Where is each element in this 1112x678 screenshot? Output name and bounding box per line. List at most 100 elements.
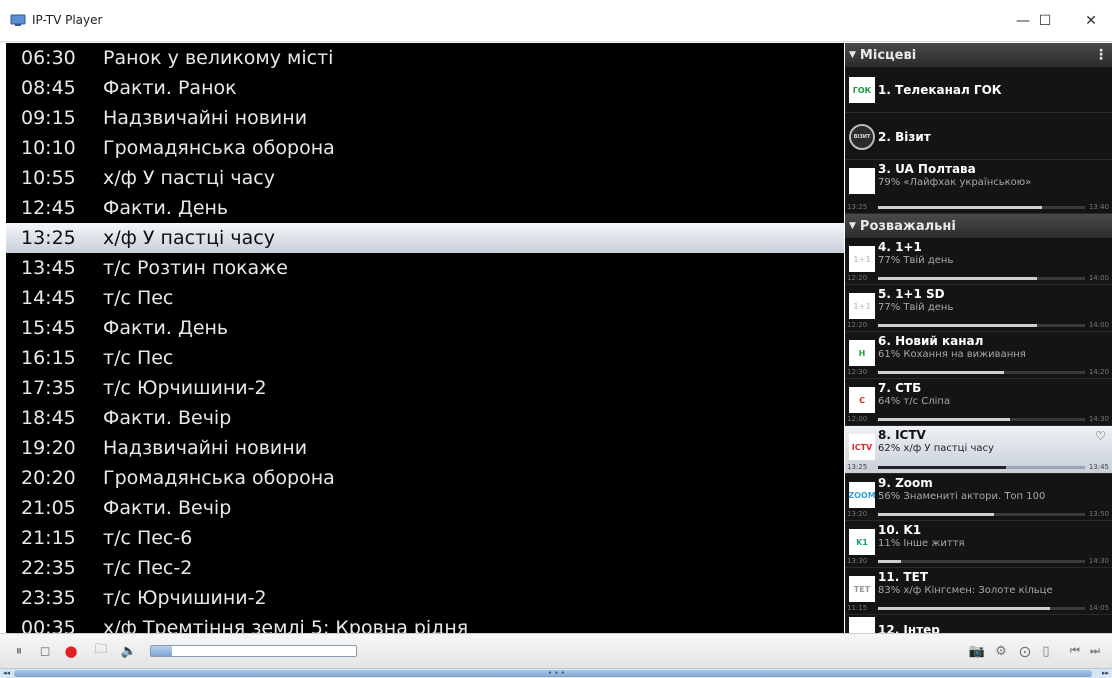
program-start-time: 13:20: [847, 510, 868, 518]
open-file-button[interactable]: 🗀: [92, 642, 110, 660]
channel-item-selected[interactable]: ICTV 8. ICTV 62% х/ф У пастці часу 13:25 13:…: [845, 426, 1112, 474]
epg-row-current[interactable]: 13:25 х/ф У пастці часу: [6, 223, 844, 253]
epg-row[interactable]: 08:45 Факти. Ранок: [6, 73, 844, 103]
channel-program: 77% Твій день: [878, 302, 954, 313]
epg-row[interactable]: 19:20 Надзвичайні новини: [6, 433, 844, 463]
title-bar: IP-TV Player — ☐ ✕: [0, 0, 1112, 42]
next-channel-button[interactable]: ⏭: [1086, 642, 1104, 660]
epg-title: Факти. День: [103, 317, 229, 339]
channel-item[interactable]: 3. UA Полтава 79% «Лайфхак українською» 13…: [845, 160, 1112, 214]
epg-time: 14:45: [21, 287, 76, 309]
program-end-time: 14:00: [1088, 274, 1109, 282]
epg-row[interactable]: 10:10 Громадянська оборона: [6, 133, 844, 163]
epg-row[interactable]: 20:20 Громадянська оборона: [6, 463, 844, 493]
epg-title: Ранок у великому місті: [103, 47, 334, 69]
epg-row[interactable]: 21:05 Факти. Вечір: [6, 493, 844, 523]
previous-channel-button[interactable]: ⏮: [1066, 642, 1084, 660]
program-progress-bar: [878, 607, 1085, 610]
epg-title: Факти. Ранок: [103, 77, 237, 99]
channel-item[interactable]: 12. Інтер: [845, 615, 1112, 633]
epg-title: Громадянська оборона: [103, 467, 335, 489]
epg-row[interactable]: 18:45 Факти. Вечір: [6, 403, 844, 433]
program-start-time: 12:00: [847, 415, 868, 423]
program-end-time: 13:40: [1088, 203, 1109, 211]
maximize-button[interactable]: ☐: [1022, 0, 1068, 42]
volume-slider[interactable]: [150, 645, 357, 657]
stop-button[interactable]: ◻: [36, 642, 54, 660]
epg-title: т/с Розтин покаже: [103, 257, 288, 279]
channel-item[interactable]: С 7. СТБ 64% т/с Сліпа 12:00 14:30: [845, 379, 1112, 426]
channel-item[interactable]: ГОК 1. Телеканал ГОК: [845, 67, 1112, 113]
channel-item[interactable]: ТЕТ 11. TET 83% х/ф Кінгсмен: Золоте кільц…: [845, 568, 1112, 615]
channel-item[interactable]: ВІЗИТ 2. Візит: [845, 113, 1112, 160]
program-end-time: 14:30: [1088, 415, 1109, 423]
epg-row[interactable]: 13:45 т/с Розтин покаже: [6, 253, 844, 283]
scroll-left-icon[interactable]: ◂◂: [3, 669, 10, 677]
horizontal-scrollbar[interactable]: ◂◂ • • • ▸▸: [0, 668, 1112, 678]
epg-title: т/с Юрчишини-2: [103, 587, 267, 609]
favorite-heart-icon[interactable]: ♡: [1095, 429, 1106, 443]
record-button[interactable]: ●: [62, 642, 80, 660]
epg-time: 17:35: [21, 377, 76, 399]
channel-panel[interactable]: ▼ Місцеві ⋮ ▼ Розважальні ГОК 1. Телекана…: [845, 43, 1112, 633]
channel-name: 12. Інтер: [878, 623, 940, 633]
epg-time: 18:45: [21, 407, 76, 429]
channel-name: 2. Візит: [878, 130, 931, 144]
epg-row[interactable]: 21:15 т/с Пес-6: [6, 523, 844, 553]
channel-program: 79% «Лайфхак українською»: [878, 177, 1032, 188]
epg-time: 10:55: [21, 167, 76, 189]
scrollbar-grip-icon: • • •: [548, 669, 565, 677]
pause-button[interactable]: ⏸: [10, 642, 28, 660]
group-header-entertainment[interactable]: ▼ Розважальні: [845, 214, 1112, 238]
epg-time: 16:15: [21, 347, 76, 369]
program-progress-fill: [878, 277, 1038, 280]
channel-item[interactable]: Н 6. Новий канал 61% Кохання на виживання 1…: [845, 332, 1112, 379]
epg-title: т/с Пес: [103, 347, 174, 369]
channel-logo: ВІЗИТ: [849, 124, 875, 150]
channel-item[interactable]: 1+1 4. 1+1 77% Твій день 12:20 14:00: [845, 238, 1112, 285]
volume-icon[interactable]: 🔈: [120, 642, 138, 660]
epg-time: 21:15: [21, 527, 76, 549]
channel-logo: Н: [849, 340, 875, 366]
epg-row[interactable]: 17:35 т/с Юрчишини-2: [6, 373, 844, 403]
window-title: IP-TV Player: [32, 13, 103, 27]
snapshot-button[interactable]: 📷: [968, 642, 986, 660]
program-progress-bar: [878, 277, 1085, 280]
epg-time: 19:20: [21, 437, 76, 459]
settings-button[interactable]: ⚙: [992, 642, 1010, 660]
epg-row[interactable]: 16:15 т/с Пес: [6, 343, 844, 373]
epg-title: Надзвичайні новини: [103, 107, 308, 129]
epg-row[interactable]: 00:35 х/ф Тремтіння землі 5: Кровна рідня: [6, 613, 844, 633]
epg-title: т/с Юрчишини-2: [103, 377, 267, 399]
panel-toggle-button[interactable]: ▯: [1038, 642, 1054, 660]
epg-time: 13:45: [21, 257, 76, 279]
play-circle-button[interactable]: ⊙: [1016, 642, 1034, 661]
epg-row[interactable]: 09:15 Надзвичайні новини: [6, 103, 844, 133]
epg-title: Громадянська оборона: [103, 137, 335, 159]
epg-row[interactable]: 10:55 х/ф У пастці часу: [6, 163, 844, 193]
channel-logo: ZOOM: [849, 482, 875, 508]
channel-item[interactable]: 1+1 5. 1+1 SD 77% Твій день 12:20 14:00: [845, 285, 1112, 332]
epg-title: т/с Пес: [103, 287, 174, 309]
channel-item[interactable]: ZOOM 9. Zoom 56% Знамениті актори. Топ 100…: [845, 474, 1112, 521]
epg-time: 13:25: [21, 227, 76, 249]
channel-item[interactable]: K1 10. K1 11% Інше життя 13:30 14:30: [845, 521, 1112, 568]
scroll-right-icon[interactable]: ▸▸: [1102, 669, 1109, 677]
epg-time: 21:05: [21, 497, 76, 519]
epg-program-list[interactable]: 06:30 Ранок у великому місті 08:45 Факти. Р…: [6, 43, 844, 633]
program-progress-bar: [878, 513, 1085, 516]
epg-row[interactable]: 23:35 т/с Юрчишини-2: [6, 583, 844, 613]
program-progress-fill: [878, 466, 1007, 469]
group-header-local[interactable]: ▼ Місцеві ⋮: [845, 43, 1112, 67]
epg-row[interactable]: 15:45 Факти. День: [6, 313, 844, 343]
menu-dots-icon[interactable]: ⋮: [1094, 47, 1108, 63]
channel-name: 4. 1+1: [878, 240, 922, 254]
close-button[interactable]: ✕: [1068, 0, 1112, 42]
epg-row[interactable]: 14:45 т/с Пес: [6, 283, 844, 313]
channel-program: 56% Знамениті актори. Топ 100: [878, 491, 1046, 502]
epg-row[interactable]: 12:45 Факти. День: [6, 193, 844, 223]
program-end-time: 13:50: [1088, 510, 1109, 518]
epg-row[interactable]: 06:30 Ранок у великому місті: [6, 43, 844, 73]
epg-row[interactable]: 22:35 т/с Пес-2: [6, 553, 844, 583]
program-progress-bar: [878, 418, 1085, 421]
